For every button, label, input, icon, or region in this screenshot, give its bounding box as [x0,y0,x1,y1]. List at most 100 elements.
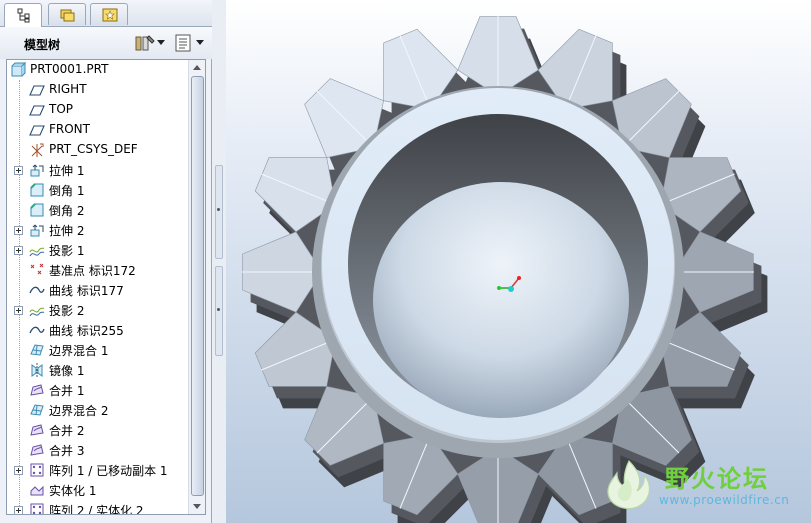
tree-show-icon [175,34,191,52]
gear-model-icon[interactable] [226,0,811,523]
tab-folders[interactable] [48,3,86,25]
tree-item-label: 倒角 1 [49,184,85,198]
favorites-icon [102,8,118,22]
tree-item[interactable]: FRONT [7,120,189,140]
curve-icon [29,326,45,334]
expand-toggle-icon[interactable] [14,506,23,514]
projection-icon [29,247,45,257]
tree-item[interactable]: 曲线 标识255 [7,320,189,340]
tree-item-label: FRONT [49,122,90,136]
tree-item[interactable]: 倒角 1 [7,180,189,200]
pattern-icon [30,503,44,514]
tree-show-button[interactable] [174,33,206,53]
tree-item[interactable]: 合并 2 [7,420,189,440]
csys-icon [31,143,44,157]
expand-toggle-icon[interactable] [14,466,23,475]
navigator-tabs [0,0,212,27]
curve-icon [29,286,45,294]
tree-item[interactable]: 实体化 1 [7,480,189,500]
expand-toggle-icon[interactable] [14,306,23,315]
tree-item-label: 投影 1 [49,244,85,258]
gear-bore-floor [373,182,629,418]
tree-settings-button[interactable] [134,33,166,53]
folders-icon [60,9,75,22]
tree-item[interactable]: 边界混合 2 [7,400,189,420]
splitter-dot-icon [217,308,220,311]
tree-item[interactable]: 阵列 1 / 已移动副本 1 [7,460,189,480]
tree-item[interactable]: 阵列 2 / 实体化 2 [7,500,189,515]
tree-item-label: 曲线 标识255 [49,324,124,338]
tree-item-label: TOP [49,102,74,116]
tree-item-label: 基准点 标识172 [49,264,136,278]
expand-toggle-icon[interactable] [14,166,23,175]
watermark-url: www.proewildfire.cn [659,493,790,507]
scroll-down-icon[interactable] [193,504,201,509]
model-tree-panel: 模型树 PRT0001.PRT RIGHT TOP FRONT PRT_CSYS_DEF… [0,0,212,523]
model-tree-header: 模型树 [0,27,212,59]
tree-item[interactable]: 合并 1 [7,380,189,400]
tree-item-label: 投影 2 [49,304,85,318]
merge-icon [30,384,44,396]
boundary-blend-icon [30,344,44,356]
tree-icon [17,8,30,23]
tree-vertical-scrollbar[interactable] [188,60,205,514]
tree-item-label: 拉伸 1 [49,164,85,178]
pattern-icon [30,463,44,477]
tree-item-label: 实体化 1 [49,484,97,498]
tab-favorites[interactable] [90,3,128,25]
tree-item[interactable]: PRT_CSYS_DEF [7,140,189,160]
merge-icon [30,444,44,456]
tree-item-label: 阵列 2 / 实体化 2 [49,504,144,515]
tree-root-item[interactable]: PRT0001.PRT [7,60,189,80]
tree-item[interactable]: 投影 2 [7,300,189,320]
expand-toggle-icon[interactable] [14,226,23,235]
graphics-window[interactable]: 野火论坛 www.proewildfire.cn [226,0,811,523]
watermark-flame-logo [607,459,651,510]
tree-item[interactable]: 倒角 2 [7,200,189,220]
tree-item[interactable]: 合并 3 [7,440,189,460]
tree-item[interactable]: 镜像 1 [7,360,189,380]
part-icon [11,62,26,77]
scroll-thumb[interactable] [191,76,204,496]
tree-item[interactable]: 拉伸 1 [7,160,189,180]
panel-splitter[interactable] [212,0,227,523]
tree-item-label: PRT_CSYS_DEF [49,142,138,156]
datum-point-icon [30,263,44,275]
expand-toggle-icon[interactable] [14,246,23,255]
scroll-up-icon[interactable] [193,65,201,70]
solidify-icon [30,485,44,496]
model-tree[interactable]: PRT0001.PRT RIGHT TOP FRONT PRT_CSYS_DEF 拉伸 1… [6,59,206,515]
tree-item-label: 镜像 1 [49,364,85,378]
tree-item[interactable]: 边界混合 1 [7,340,189,360]
tree-item-label: 合并 1 [49,384,85,398]
watermark: 野火论坛 www.proewildfire.cn [597,457,807,515]
datum-plane-icon [29,125,45,136]
extrude-icon [30,224,44,237]
datum-plane-icon [29,105,45,116]
tree-item[interactable]: 投影 1 [7,240,189,260]
tree-item-label: 合并 2 [49,424,85,438]
chamfer-icon [30,183,44,197]
watermark-title: 野火论坛 [665,465,769,493]
tree-item[interactable]: RIGHT [7,80,189,100]
chamfer-icon [30,203,44,217]
tree-item[interactable]: TOP [7,100,189,120]
tree-settings-icon [135,35,155,51]
merge-icon [30,424,44,436]
tree-item-label: 倒角 2 [49,204,85,218]
mirror-icon [31,363,43,377]
tree-item-label: PRT0001.PRT [30,62,109,76]
tree-item[interactable]: 基准点 标识172 [7,260,189,280]
tree-item[interactable]: 拉伸 2 [7,220,189,240]
tree-item[interactable]: 曲线 标识177 [7,280,189,300]
splitter-grip-top[interactable] [215,165,223,259]
boundary-blend-icon [30,404,44,416]
tree-item-label: 边界混合 1 [49,344,109,358]
tree-item-label: 边界混合 2 [49,404,109,418]
tree-item-label: 拉伸 2 [49,224,85,238]
tree-item-label: 阵列 1 / 已移动副本 1 [49,464,168,478]
tab-model-tree[interactable] [4,3,42,27]
model-tree-title: 模型树 [24,38,61,52]
datum-plane-icon [29,85,45,96]
splitter-grip-bottom[interactable] [215,266,223,356]
